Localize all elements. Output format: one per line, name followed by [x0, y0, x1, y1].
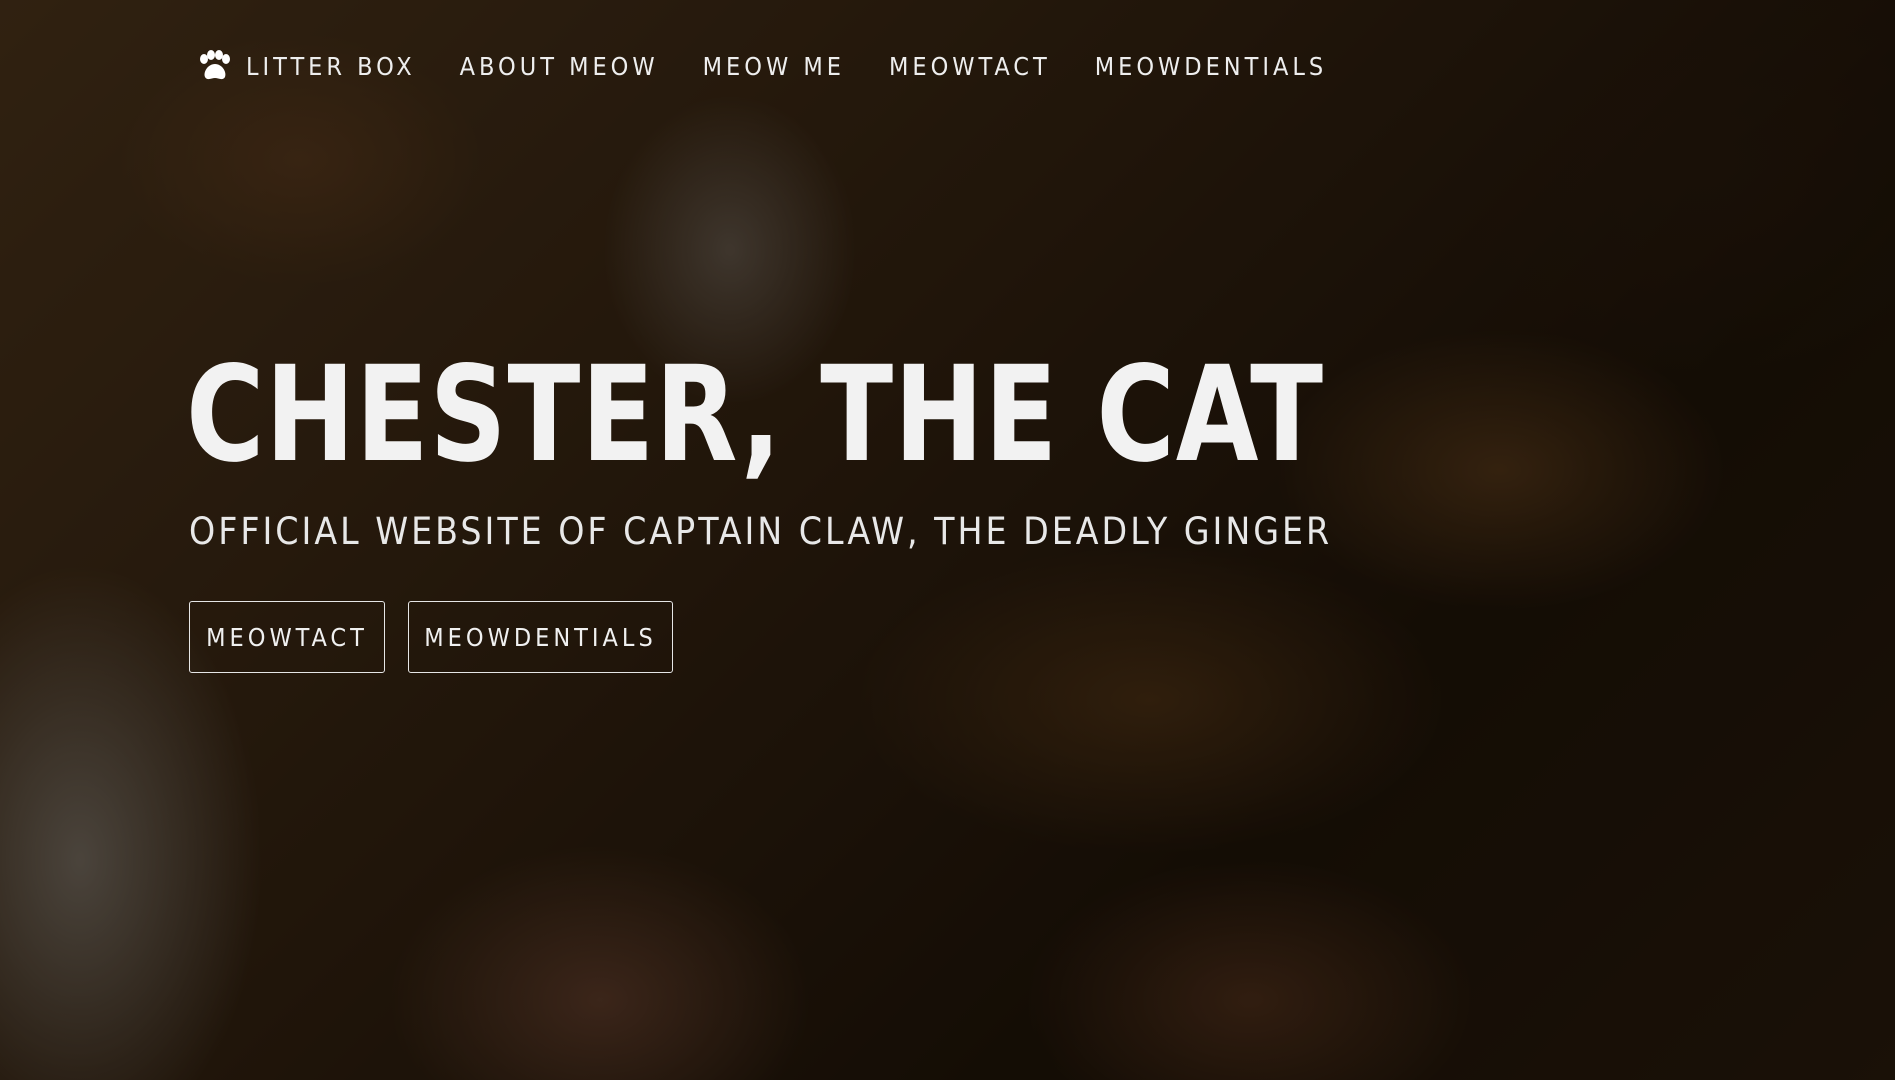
meowtact-button[interactable]: MEOWTACT: [189, 601, 385, 673]
meowdentials-button[interactable]: MEOWDENTIALS: [408, 601, 673, 673]
nav-brand-litter-box[interactable]: LITTER BOX: [196, 50, 416, 82]
nav-link-about-meow[interactable]: ABOUT MEOW: [460, 52, 659, 81]
nav-link-meow-me[interactable]: MEOW ME: [703, 52, 845, 81]
page-title: CHESTER, THE CAT: [186, 338, 1324, 492]
paw-icon: [196, 50, 232, 82]
hero-section: LITTER BOX ABOUT MEOW MEOW ME MEOWTACT M…: [0, 0, 1895, 1080]
page-subtitle: OFFICIAL WEBSITE OF CAPTAIN CLAW, THE DE…: [189, 510, 1333, 553]
nav-link-meowdentials[interactable]: MEOWDENTIALS: [1095, 52, 1327, 81]
cta-buttons: MEOWTACT MEOWDENTIALS: [189, 601, 673, 673]
nav-link-meowtact[interactable]: MEOWTACT: [889, 52, 1051, 81]
nav-brand-label: LITTER BOX: [246, 51, 416, 81]
main-nav: LITTER BOX ABOUT MEOW MEOW ME MEOWTACT M…: [196, 50, 1327, 82]
